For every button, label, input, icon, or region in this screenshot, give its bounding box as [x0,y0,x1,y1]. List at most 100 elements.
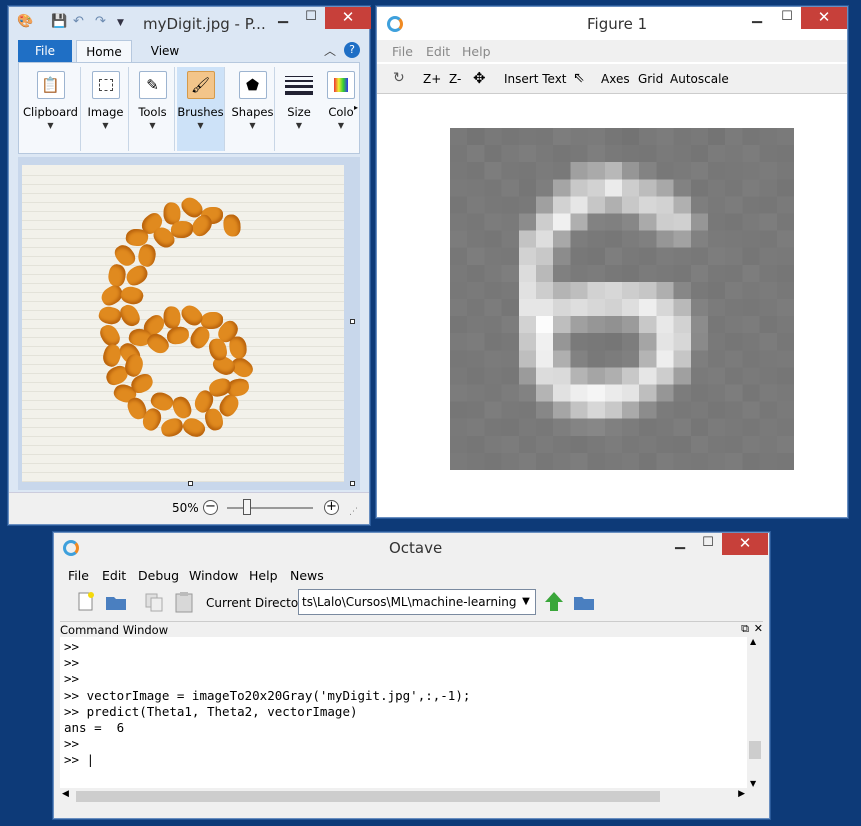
tab-home[interactable]: Home [76,40,132,62]
maximize-button[interactable]: ☐ [694,533,722,555]
open-folder-icon[interactable] [104,590,128,614]
pixel [484,281,502,300]
digit-grayscale-image[interactable] [450,128,794,470]
resize-grip-icon[interactable]: ⋰ [349,507,358,517]
pixel [553,264,571,283]
group-shapes[interactable]: ⬟ Shapes ▼ [231,67,275,151]
menu-help[interactable]: Help [249,568,278,583]
menu-debug[interactable]: Debug [138,568,179,583]
parent-directory-icon[interactable] [542,590,566,614]
copy-icon[interactable] [142,590,166,614]
ribbon-scroll-right-icon[interactable]: ▸ [354,103,358,112]
menu-window[interactable]: Window [189,568,238,583]
axes-tool[interactable]: Axes [601,72,630,86]
undock-icon[interactable]: ⧉ [741,622,749,636]
paint-canvas-area[interactable] [18,157,360,490]
group-brushes[interactable]: 🖌 Brushes ▼ [177,67,225,151]
pixel [656,213,674,231]
zoom-in-button[interactable]: + [324,500,339,515]
paint-titlebar[interactable]: 🎨 💾 ↶ ↷ ▼ myDigit.jpg - P... ▁ ☐ ✕ [9,7,371,39]
pan-icon[interactable]: ✥ [473,69,486,87]
pixel [742,299,760,317]
group-size[interactable]: Size ▼ [277,67,321,151]
menu-edit[interactable]: Edit [102,568,126,583]
tab-view[interactable]: View [138,40,192,62]
pixel [570,299,588,317]
command-window-hscroll[interactable]: ◀ ▶ [60,788,747,804]
pixel [690,299,709,317]
cracker-shape [106,262,128,289]
paste-icon[interactable] [172,590,196,614]
scroll-down-icon[interactable]: ▼ [750,779,756,788]
close-panel-icon[interactable]: ✕ [754,622,763,635]
maximize-button[interactable]: ☐ [773,7,801,29]
digit-photo[interactable] [22,165,344,482]
resize-handle-corner[interactable] [350,481,355,486]
help-icon[interactable]: ? [344,42,360,58]
menu-file[interactable]: File [392,44,413,59]
figure-titlebar[interactable]: Figure 1 ▁ ☐ ✕ [377,7,847,37]
pixel [673,367,692,385]
menu-help[interactable]: Help [462,44,491,59]
zoom-slider-thumb[interactable] [243,499,251,515]
customize-quick-access-icon[interactable]: ▼ [117,18,124,28]
zoom-out-button[interactable]: − [203,500,218,515]
pixel [501,179,520,197]
resize-handle-bottom[interactable] [188,481,193,486]
paint-app-icon[interactable]: 🎨 [17,14,33,29]
pixel [673,418,692,437]
cracker-shape [117,301,143,330]
group-tools[interactable]: ✎ Tools ▼ [131,67,175,151]
pixel [536,264,554,283]
scroll-left-icon[interactable]: ◀ [62,789,69,799]
pixel [759,162,778,180]
minimize-button[interactable]: ▁ [666,533,694,555]
group-clipboard[interactable]: 📋 Clipboard ▼ [21,67,81,151]
grid-tool[interactable]: Grid [638,72,663,86]
pixel [759,384,778,402]
undo-icon[interactable]: ↶ [73,14,84,29]
browse-directory-icon[interactable] [572,590,596,614]
close-button[interactable]: ✕ [325,7,371,29]
rotate-icon[interactable]: ↻ [393,70,405,86]
autoscale-tool[interactable]: Autoscale [670,72,729,86]
scroll-right-icon[interactable]: ▶ [738,789,745,799]
select-pointer-icon[interactable]: ⇖ [573,70,585,86]
chevron-down-icon[interactable]: ▼ [517,590,535,614]
pixel [501,162,520,180]
command-window-vscroll[interactable]: ▲ ▼ [747,637,763,788]
menu-news[interactable]: News [290,568,324,583]
minimize-ribbon-icon[interactable]: ︿ [324,42,336,59]
maximize-button[interactable]: ☐ [297,7,325,29]
octave-titlebar[interactable]: Octave ▁ ☐ ✕ [54,533,769,563]
pixel [725,435,743,454]
scroll-up-icon[interactable]: ▲ [750,637,756,646]
minimize-button[interactable]: ▁ [269,7,297,29]
pixel [467,452,485,470]
scroll-thumb[interactable] [76,791,660,802]
close-button[interactable]: ✕ [722,533,768,555]
zoom-in-tool[interactable]: Z+ [423,72,441,86]
close-button[interactable]: ✕ [801,7,847,29]
scroll-thumb[interactable] [749,741,761,759]
pixel [725,333,743,351]
paper-line [22,292,344,293]
pixel [604,162,623,180]
menu-edit[interactable]: Edit [426,44,450,59]
minimize-button[interactable]: ▁ [743,7,771,29]
menu-file[interactable]: File [68,568,89,583]
resize-handle-right[interactable] [350,319,355,324]
pixel [742,350,760,368]
pixel [604,281,623,300]
save-icon[interactable]: 💾 [51,14,67,29]
insert-text-tool[interactable]: Insert Text [504,72,567,86]
group-image[interactable]: Image ▼ [83,67,129,151]
zoom-slider-track[interactable] [227,507,313,509]
redo-icon[interactable]: ↷ [95,14,106,29]
command-prompt[interactable]: >> | [64,752,743,768]
tab-file[interactable]: File [18,40,72,62]
command-window[interactable]: >> >> >> >> vectorImage = imageTo20x20Gr… [60,637,747,788]
current-directory-select[interactable]: ts\Lalo\Cursos\ML\machine-learning-ex3\e… [298,589,536,615]
zoom-out-tool[interactable]: Z- [449,72,461,86]
new-script-icon[interactable] [74,590,98,614]
